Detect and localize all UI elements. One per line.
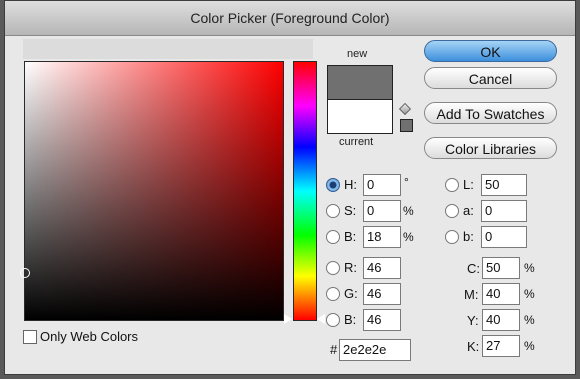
- k-unit: %: [524, 339, 535, 353]
- m-label: M:: [464, 287, 479, 302]
- color-picker-dialog: Color Picker (Foreground Color) Only Web…: [4, 0, 576, 375]
- y-input[interactable]: 40: [482, 309, 520, 331]
- web-safe-swatch-icon[interactable]: [400, 119, 413, 132]
- current-label: current: [339, 136, 374, 148]
- m-input[interactable]: 40: [482, 283, 520, 305]
- k-input[interactable]: 27: [482, 335, 520, 357]
- b-label: B:: [344, 229, 357, 244]
- l-label: L:: [463, 177, 474, 192]
- b-unit: %: [403, 230, 414, 244]
- hue-slider-left-handle[interactable]: [284, 314, 292, 324]
- hue-slider[interactable]: [293, 61, 317, 321]
- add-to-swatches-button[interactable]: Add To Swatches: [424, 102, 557, 124]
- h-input[interactable]: 0: [363, 174, 401, 196]
- ok-button[interactable]: OK: [424, 40, 557, 62]
- lab-b-radio[interactable]: [445, 230, 459, 244]
- r-label: R:: [344, 260, 357, 275]
- field-header: [23, 39, 313, 59]
- s-unit: %: [403, 204, 414, 218]
- rgb-b-label: B:: [344, 312, 357, 327]
- color-field-cursor[interactable]: [20, 268, 30, 278]
- lab-b-input[interactable]: 0: [481, 226, 527, 248]
- cancel-button[interactable]: Cancel: [424, 67, 557, 89]
- color-field[interactable]: [20, 61, 284, 321]
- new-label: new: [347, 48, 368, 60]
- g-radio[interactable]: [326, 287, 340, 301]
- rgb-b-radio[interactable]: [326, 313, 340, 327]
- h-label: H:: [344, 177, 357, 192]
- c-label: C:: [467, 261, 480, 276]
- s-radio[interactable]: [326, 204, 340, 218]
- s-label: S:: [344, 203, 357, 218]
- hex-label: #: [330, 342, 338, 357]
- l-radio[interactable]: [445, 178, 459, 192]
- g-input[interactable]: 46: [363, 283, 401, 305]
- y-label: Y:: [467, 313, 479, 328]
- c-input[interactable]: 50: [482, 257, 520, 279]
- a-input[interactable]: 0: [481, 200, 527, 222]
- y-unit: %: [524, 313, 535, 327]
- new-color-swatch: [327, 65, 393, 100]
- lab-b-label: b:: [463, 229, 474, 244]
- b-radio[interactable]: [326, 230, 340, 244]
- title-bar[interactable]: Color Picker (Foreground Color): [5, 1, 575, 36]
- r-input[interactable]: 46: [363, 257, 401, 279]
- l-input[interactable]: 50: [481, 174, 527, 196]
- h-unit: °: [404, 175, 409, 189]
- r-radio[interactable]: [326, 261, 340, 275]
- b-input[interactable]: 18: [363, 226, 401, 248]
- rgb-b-input[interactable]: 46: [363, 309, 401, 331]
- m-unit: %: [524, 287, 535, 301]
- g-label: G:: [344, 286, 358, 301]
- hue-slider-right-handle[interactable]: [317, 314, 325, 324]
- only-web-colors-label: Only Web Colors: [40, 329, 139, 344]
- h-radio[interactable]: [326, 178, 340, 192]
- hex-input[interactable]: 2e2e2e: [339, 339, 411, 361]
- out-of-gamut-cube-icon[interactable]: [399, 103, 411, 115]
- current-color-swatch[interactable]: [327, 99, 393, 134]
- a-label: a:: [463, 203, 474, 218]
- c-unit: %: [524, 261, 535, 275]
- k-label: K:: [467, 339, 480, 354]
- window-title: Color Picker (Foreground Color): [190, 10, 390, 26]
- only-web-colors-checkbox[interactable]: [23, 330, 37, 344]
- s-input[interactable]: 0: [363, 200, 401, 222]
- color-libraries-button[interactable]: Color Libraries: [424, 137, 557, 159]
- a-radio[interactable]: [445, 204, 459, 218]
